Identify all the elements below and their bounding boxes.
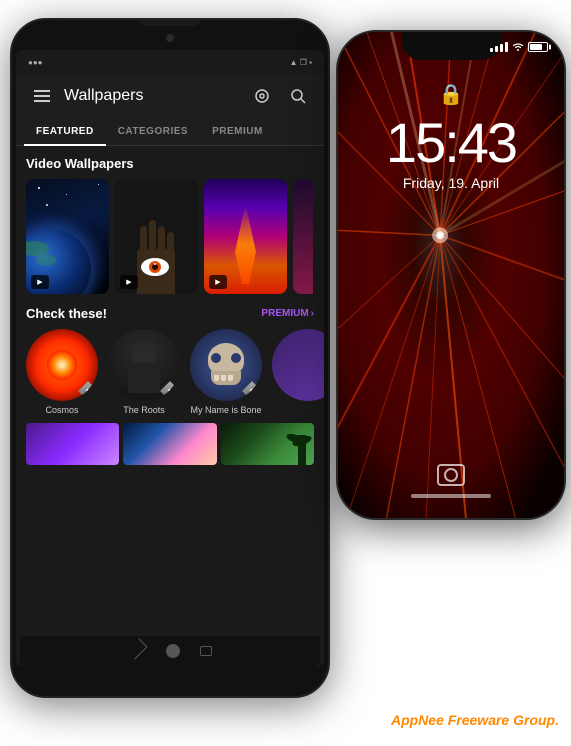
sig-bar-3 bbox=[500, 44, 503, 52]
video-wallpapers-row bbox=[26, 179, 314, 294]
section-video-title: Video Wallpapers bbox=[26, 156, 314, 171]
sig-bar-4 bbox=[505, 42, 508, 52]
iphone-bottom-controls bbox=[411, 464, 491, 498]
camera-icon bbox=[437, 464, 465, 486]
bone-label: My Name is Bone bbox=[190, 405, 261, 415]
strip-item-1[interactable] bbox=[26, 423, 119, 465]
android-screen: ●●● ▲ ❐ ▪ Wallpapers bbox=[16, 50, 324, 666]
battery-fill bbox=[530, 44, 542, 50]
circle-item-bone[interactable]: ♦ My Name is Bone bbox=[190, 329, 262, 415]
roots-thumb: ♦ bbox=[108, 329, 180, 401]
sig-bar-2 bbox=[495, 46, 498, 52]
check-section-header: Check these! PREMIUM › bbox=[26, 306, 314, 321]
android-nav-bar bbox=[20, 636, 320, 666]
menu-icon[interactable] bbox=[28, 82, 56, 110]
home-bar bbox=[411, 494, 491, 498]
lock-time: 15:43 bbox=[386, 115, 516, 171]
app-content: Video Wallpapers bbox=[16, 146, 324, 475]
tab-featured[interactable]: FEATURED bbox=[24, 118, 106, 145]
play-badge-3 bbox=[209, 275, 227, 289]
app-title: Wallpapers bbox=[64, 87, 240, 105]
app-header: Wallpapers bbox=[16, 74, 324, 118]
section-check-title: Check these! bbox=[26, 306, 107, 321]
circle-item-roots[interactable]: ♦ The Roots bbox=[108, 329, 180, 415]
settings-icon[interactable] bbox=[248, 82, 276, 110]
circle-item-4-partial bbox=[272, 329, 324, 415]
home-button[interactable] bbox=[166, 644, 180, 658]
signal-indicator bbox=[490, 42, 508, 52]
sig-bar-1 bbox=[490, 48, 493, 52]
premium-link[interactable]: PREMIUM › bbox=[261, 308, 314, 319]
search-icon[interactable] bbox=[284, 82, 312, 110]
iphone-status-bar bbox=[338, 42, 564, 52]
iphone: 🔒 15:43 Friday, 19. April bbox=[336, 30, 566, 520]
back-button[interactable] bbox=[126, 638, 147, 659]
status-time: ●●● bbox=[28, 58, 43, 67]
video-thumb-2[interactable] bbox=[115, 179, 198, 294]
bottom-wallpaper-strip bbox=[26, 423, 314, 465]
video-thumb-4-partial bbox=[293, 179, 313, 294]
play-badge-2 bbox=[120, 275, 138, 289]
strip-item-3[interactable] bbox=[221, 423, 314, 465]
tab-bar: FEATURED CATEGORIES PREMIUM bbox=[16, 118, 324, 146]
tab-categories[interactable]: CATEGORIES bbox=[106, 118, 200, 145]
circle-items-row: ♦ Cosmos ♦ bbox=[26, 329, 314, 415]
circle-item-cosmos[interactable]: ♦ Cosmos bbox=[26, 329, 98, 415]
iphone-screen: 🔒 15:43 Friday, 19. April bbox=[338, 32, 564, 518]
front-camera bbox=[166, 34, 174, 42]
roots-label: The Roots bbox=[123, 405, 165, 415]
battery-indicator bbox=[528, 42, 548, 52]
android-phone: ●●● ▲ ❐ ▪ Wallpapers bbox=[10, 18, 330, 698]
recents-button[interactable] bbox=[200, 646, 212, 656]
cosmos-thumb: ♦ bbox=[26, 329, 98, 401]
status-icons: ▲ ❐ ▪ bbox=[290, 58, 312, 67]
branding-text: AppNee Freeware Group. bbox=[391, 712, 559, 728]
video-thumb-3[interactable] bbox=[204, 179, 287, 294]
lock-screen-content: 🔒 15:43 Friday, 19. April bbox=[338, 82, 564, 191]
video-thumb-1[interactable] bbox=[26, 179, 109, 294]
wifi-icon bbox=[512, 42, 524, 52]
lock-date: Friday, 19. April bbox=[403, 175, 499, 191]
cosmos-label: Cosmos bbox=[45, 405, 78, 415]
tab-premium[interactable]: PREMIUM bbox=[200, 118, 275, 145]
lock-icon: 🔒 bbox=[439, 82, 464, 107]
status-bar: ●●● ▲ ❐ ▪ bbox=[16, 50, 324, 74]
bone-thumb: ♦ bbox=[190, 329, 262, 401]
strip-item-2[interactable] bbox=[123, 423, 216, 465]
play-badge-1 bbox=[31, 275, 49, 289]
